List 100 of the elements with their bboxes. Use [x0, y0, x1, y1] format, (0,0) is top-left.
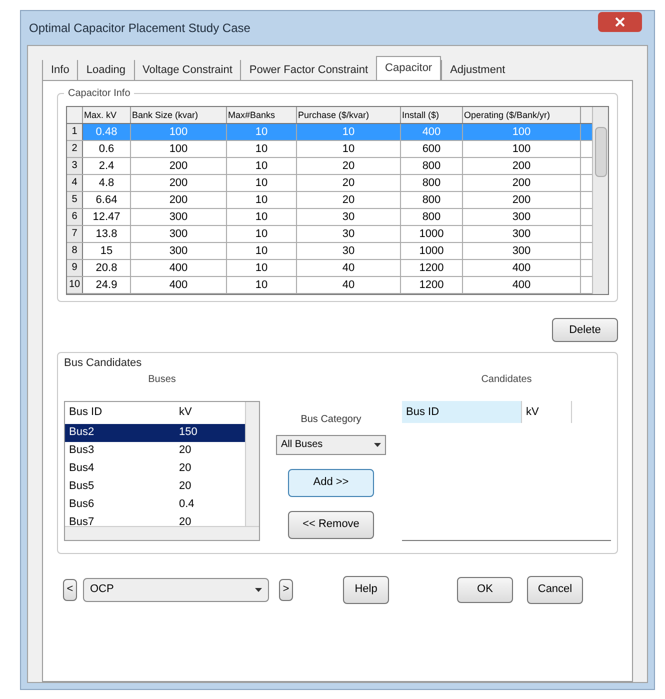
column-header: Bus ID	[402, 400, 522, 422]
table-cell: 200	[131, 175, 227, 191]
table-cell: 30	[297, 226, 401, 242]
column-header: Install ($)	[401, 107, 463, 123]
table-cell: 20	[297, 158, 401, 174]
column-header: Bank Size (kvar)	[131, 107, 227, 123]
row-number: 7	[67, 226, 83, 242]
table-cell: 600	[401, 141, 463, 157]
table-row[interactable]: 7 13.8 300 10 30 1000 300	[67, 226, 592, 243]
table-cell: 200	[463, 175, 581, 191]
list-item[interactable]: Bus6 0.4	[65, 496, 245, 514]
table-row[interactable]: 10 24.9 400 10 40 1200 400	[67, 277, 592, 294]
list-item[interactable]: Bus4 20	[65, 460, 245, 478]
table-cell: 200	[463, 192, 581, 208]
horizontal-scrollbar[interactable]	[65, 526, 259, 540]
ok-button[interactable]: OK	[457, 576, 513, 602]
remove-button[interactable]: << Remove	[288, 510, 374, 538]
previous-button[interactable]: <	[63, 578, 77, 600]
table-cell: 15	[83, 243, 131, 259]
tab[interactable]: Capacitor	[376, 56, 442, 80]
delete-button[interactable]: Delete	[552, 318, 618, 342]
table-row[interactable]: 9 20.8 400 10 40 1200 400	[67, 260, 592, 277]
list-cell-text: Bus4	[69, 461, 96, 476]
table-cell: 100	[131, 141, 227, 157]
list-cell-text: Bus7	[69, 515, 96, 526]
table-cell: 300	[131, 209, 227, 225]
list-cell-text: 150	[179, 425, 198, 440]
cancel-button[interactable]: Cancel	[527, 576, 583, 604]
study-case-dropdown[interactable]: OCP	[83, 578, 269, 602]
table-cell: 400	[463, 277, 581, 293]
table-cell: 800	[401, 175, 463, 191]
scrollbar[interactable]	[592, 107, 608, 294]
table-cell: 10	[227, 209, 297, 225]
next-button[interactable]: >	[279, 578, 293, 600]
help-button[interactable]: Help	[343, 576, 389, 604]
list-cell-text: 20	[179, 461, 192, 476]
row-number: 10	[67, 277, 83, 293]
list-cell-text: 20	[179, 515, 192, 526]
table-cell: 40	[297, 260, 401, 276]
table-cell: 400	[401, 124, 463, 140]
table-cell: 200	[131, 192, 227, 208]
table-cell: 10	[297, 124, 401, 140]
table-cell: 300	[463, 226, 581, 242]
column-header: Max. kV	[83, 107, 131, 123]
group-title: Capacitor Info	[64, 86, 134, 101]
table-cell: 40	[297, 277, 401, 293]
row-number: 1	[67, 124, 83, 140]
table-cell: 12.47	[83, 209, 131, 225]
table-cell: 4.8	[83, 175, 131, 191]
table-cell: 20	[297, 175, 401, 191]
scrollbar[interactable]	[245, 402, 259, 526]
row-number: 9	[67, 260, 83, 276]
table-cell: 200	[131, 158, 227, 174]
table-cell: 10	[227, 277, 297, 293]
table-cell: 10	[227, 175, 297, 191]
table-row[interactable]: 8 15 300 10 30 1000 300	[67, 243, 592, 260]
table-cell: 20	[297, 192, 401, 208]
list-item[interactable]: Bus2 150	[65, 424, 245, 442]
row-number: 2	[67, 141, 83, 157]
table-cell: 30	[297, 243, 401, 259]
table-row[interactable]: 1 0.48 100 10 10 400 100	[67, 124, 592, 141]
table-cell: 10	[227, 243, 297, 259]
table-cell: 800	[401, 158, 463, 174]
list-cell-text: 20	[179, 443, 192, 458]
table-cell: 10	[227, 141, 297, 157]
table-cell: 300	[131, 243, 227, 259]
list-item[interactable]: Bus3 20	[65, 442, 245, 460]
bus-category-dropdown[interactable]: All Buses	[276, 434, 386, 454]
table-cell: 100	[131, 124, 227, 140]
list-cell-text: Bus6	[69, 497, 96, 512]
table-row[interactable]: 6 12.47 300 10 30 800 300	[67, 209, 592, 226]
table-cell: 10	[227, 192, 297, 208]
table-cell: 100	[463, 141, 581, 157]
table-cell: 20.8	[83, 260, 131, 276]
column-header: Max#Banks	[227, 107, 297, 123]
table-cell: 10	[297, 141, 401, 157]
table-row[interactable]: 3 2.4 200 10 20 800 200	[67, 158, 592, 175]
list-item[interactable]: Bus5 20	[65, 478, 245, 496]
table-cell: 10	[227, 158, 297, 174]
list-cell-text: Bus2	[69, 425, 96, 440]
window-title: Optimal Capacitor Placement Study Case	[29, 20, 250, 37]
table-cell: 0.6	[83, 141, 131, 157]
close-button[interactable]	[598, 12, 642, 32]
row-number: 6	[67, 209, 83, 225]
table-cell: 400	[131, 260, 227, 276]
list-item[interactable]: Bus7 20	[65, 514, 245, 526]
table-row[interactable]: 5 6.64 200 10 20 800 200	[67, 192, 592, 209]
table-cell: 300	[463, 209, 581, 225]
table-cell: 10	[227, 260, 297, 276]
list-cell-text: Bus3	[69, 443, 96, 458]
table-cell: 13.8	[83, 226, 131, 242]
field-label: Bus Category	[300, 412, 362, 426]
table-cell: 1200	[401, 277, 463, 293]
row-number: 5	[67, 192, 83, 208]
table-row[interactable]: 4 4.8 200 10 20 800 200	[67, 175, 592, 192]
add-button[interactable]: Add >>	[288, 468, 374, 496]
list-cell-text: Bus5	[69, 479, 96, 494]
column-header: kV	[179, 405, 193, 420]
table-row[interactable]: 2 0.6 100 10 10 600 100	[67, 141, 592, 158]
column-header: Purchase ($/kvar)	[297, 107, 401, 123]
